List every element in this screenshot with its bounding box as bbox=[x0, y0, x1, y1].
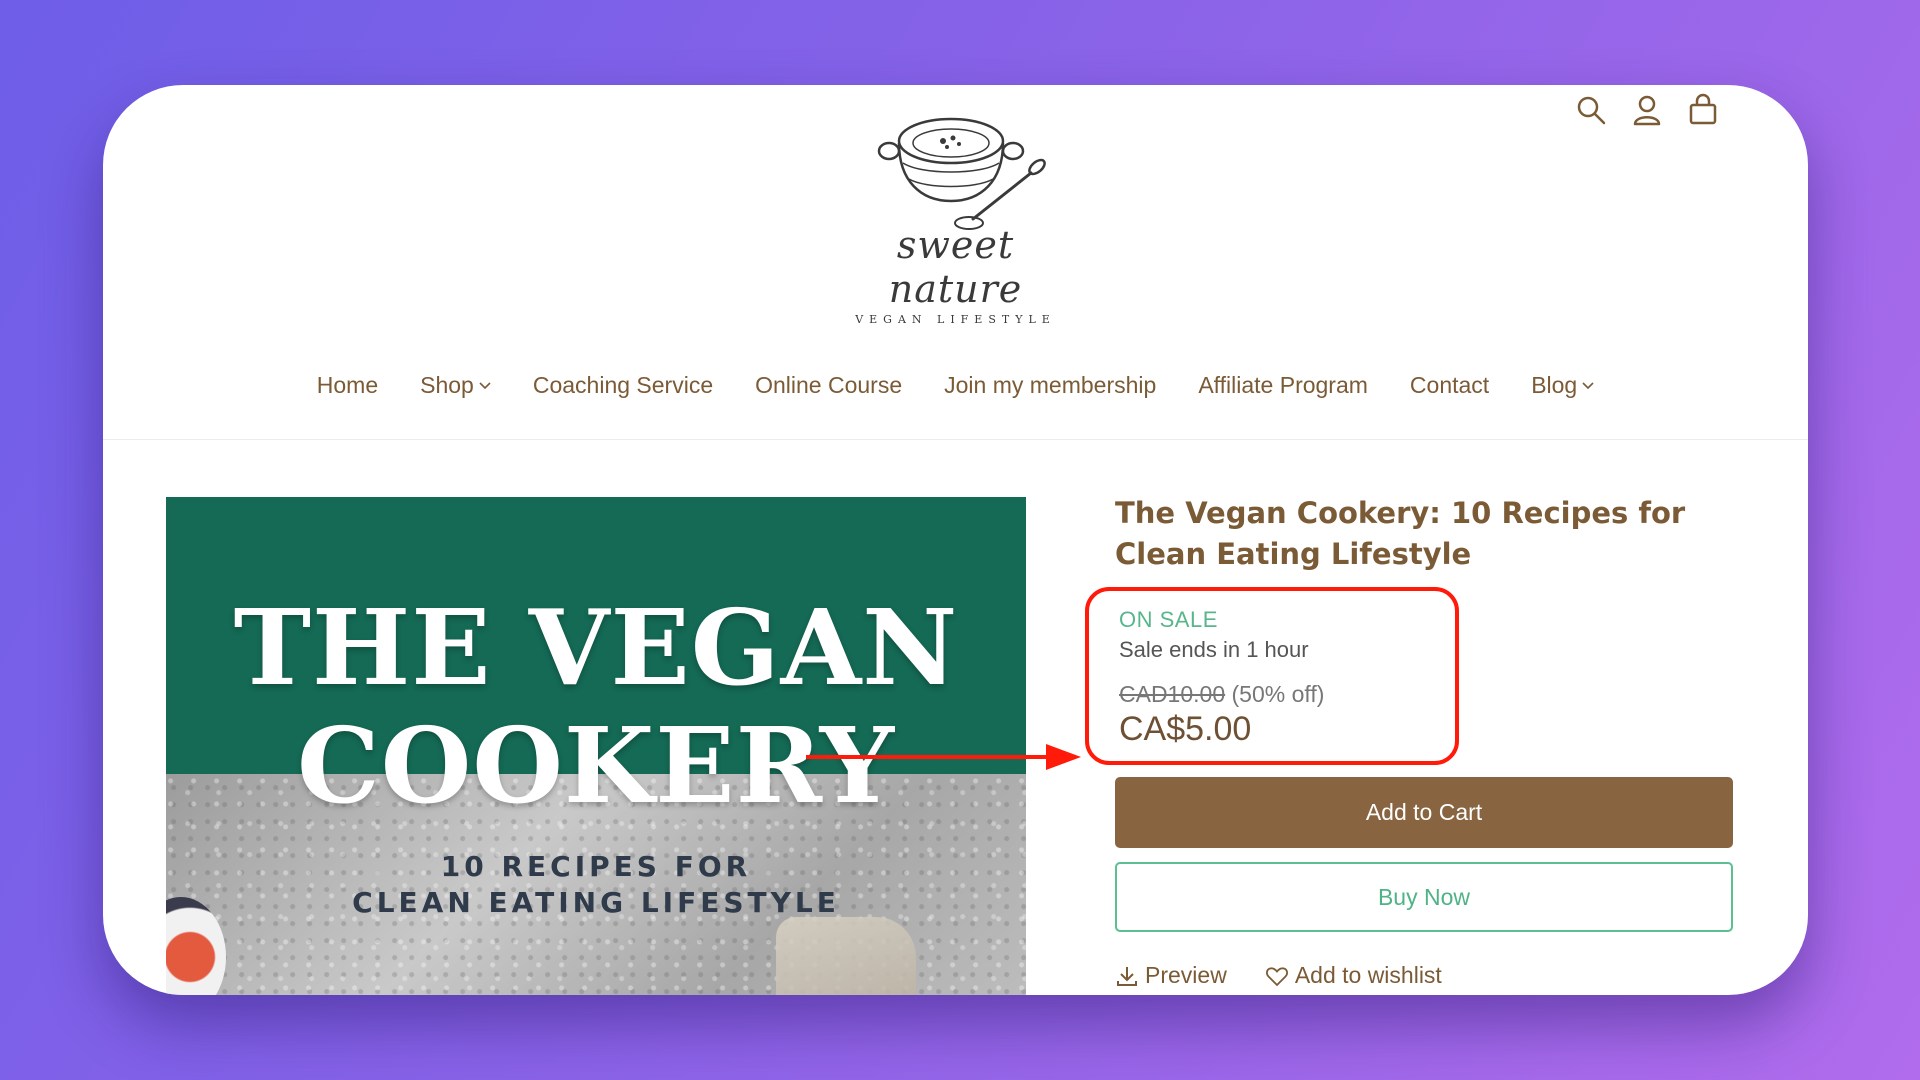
logo-subtitle: VEGAN LIFESTYLE bbox=[855, 313, 1056, 326]
product-title: The Vegan Cookery: 10 Recipes for Clean … bbox=[1115, 496, 1686, 571]
buy-now-button[interactable]: Buy Now bbox=[1115, 862, 1733, 932]
heart-icon bbox=[1265, 966, 1288, 986]
nav-item-contact[interactable]: Contact bbox=[1410, 372, 1489, 399]
nav-item-label: Online Course bbox=[755, 372, 903, 398]
download-icon bbox=[1117, 966, 1137, 986]
nav-item-shop[interactable]: Shop bbox=[420, 372, 491, 399]
cover-subtitle: 10 RECIPES FOR CLEAN EATING LIFESTYLE bbox=[166, 849, 1026, 921]
header-icons bbox=[1574, 93, 1720, 127]
chevron-down-icon bbox=[1582, 381, 1594, 389]
sale-highlight-box: ON SALE Sale ends in 1 hour CAD10.00 (50… bbox=[1085, 587, 1459, 765]
on-sale-label: ON SALE bbox=[1119, 607, 1218, 632]
sale-ends-text: Sale ends in 1 hour bbox=[1119, 637, 1309, 662]
nav-item-label: Blog bbox=[1531, 372, 1578, 398]
nav-item-membership[interactable]: Join my membership bbox=[944, 372, 1156, 399]
product-info: The Vegan Cookery: 10 Recipes for Clean … bbox=[1085, 493, 1735, 989]
cover-subtitle-line: 10 RECIPES FOR bbox=[440, 850, 752, 883]
nav-item-label: Affiliate Program bbox=[1198, 372, 1368, 398]
preview-label: Preview bbox=[1145, 962, 1227, 988]
nav-item-home[interactable]: Home bbox=[317, 372, 378, 399]
add-to-cart-button[interactable]: Add to Cart bbox=[1115, 777, 1733, 848]
nav-item-label: Contact bbox=[1409, 372, 1490, 398]
cover-subtitle-line: CLEAN EATING LIFESTYLE bbox=[352, 886, 840, 919]
nav-item-label: Join my membership bbox=[944, 372, 1157, 398]
nav-item-coaching-service[interactable]: Coaching Service bbox=[533, 372, 713, 399]
header-divider bbox=[103, 439, 1808, 440]
discount-percent: (50% off) bbox=[1231, 681, 1325, 707]
nav-item-online-course[interactable]: Online Course bbox=[755, 372, 902, 399]
soup-pot-logo-icon bbox=[877, 117, 1046, 230]
wishlist-link[interactable]: Add to wishlist bbox=[1265, 962, 1442, 989]
nav-item-label: Home bbox=[316, 372, 379, 398]
cart-icon[interactable] bbox=[1686, 93, 1720, 127]
preview-link[interactable]: Preview bbox=[1115, 962, 1227, 989]
wishlist-label: Add to wishlist bbox=[1294, 962, 1442, 988]
cover-title: THE VEGAN COOKERY bbox=[166, 589, 1026, 825]
nav-item-label: Coaching Service bbox=[532, 372, 714, 398]
chevron-down-icon bbox=[479, 381, 491, 389]
sale-price: CA$5.00 bbox=[1119, 710, 1252, 748]
logo-script-text: sweet nature bbox=[888, 223, 1023, 311]
nav-item-affiliate-program[interactable]: Affiliate Program bbox=[1198, 372, 1368, 399]
page-card: sweet nature VEGAN LIFESTYLE Home Shop C… bbox=[103, 85, 1808, 995]
original-price-row: CAD10.00 (50% off) bbox=[1119, 681, 1455, 708]
cover-title-line: THE VEGAN bbox=[233, 586, 959, 709]
cover-cloth-decoration bbox=[776, 917, 916, 995]
account-icon[interactable] bbox=[1630, 93, 1664, 127]
nav-item-blog[interactable]: Blog bbox=[1531, 372, 1594, 399]
nav-item-label: Shop bbox=[420, 372, 474, 398]
site-logo[interactable]: sweet nature VEGAN LIFESTYLE bbox=[846, 101, 1066, 326]
main-nav: Home Shop Coaching Service Online Course… bbox=[103, 372, 1808, 399]
original-price: CAD10.00 bbox=[1119, 681, 1226, 707]
search-icon[interactable] bbox=[1574, 93, 1608, 127]
annotation-arrow-icon bbox=[806, 744, 1081, 770]
product-actions: Preview Add to wishlist bbox=[1115, 962, 1735, 989]
